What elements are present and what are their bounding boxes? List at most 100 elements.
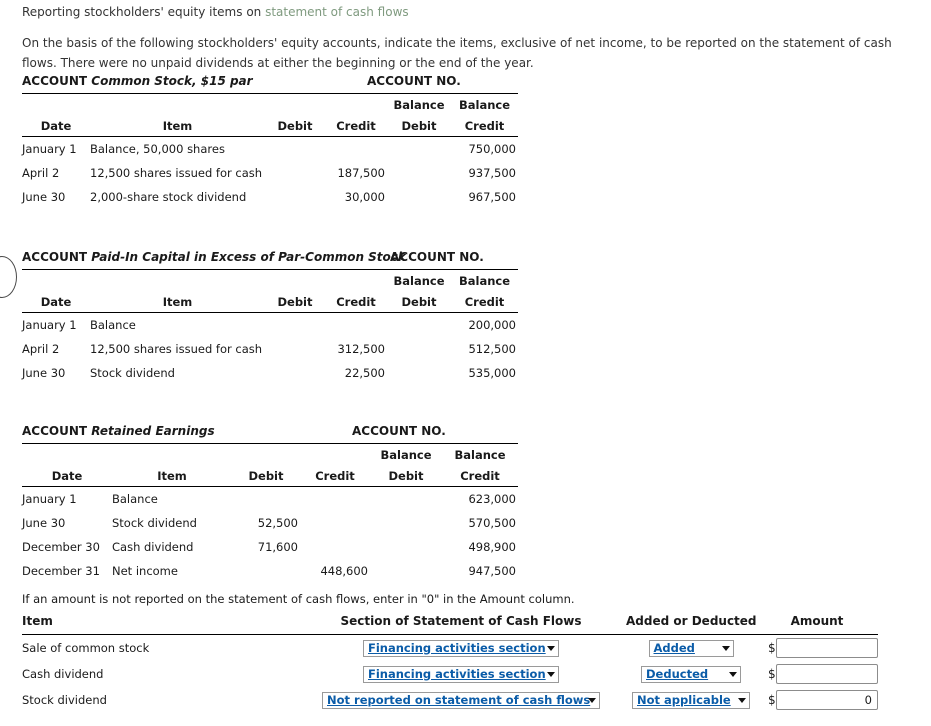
cell-date: January 1	[22, 492, 77, 506]
cell-item: Cash dividend	[22, 667, 104, 681]
added-or-deducted-select-value: Deducted	[646, 666, 709, 681]
col-debit: Debit	[265, 291, 325, 313]
cell-credit	[325, 313, 387, 338]
cell-added-or-deducted: Deducted	[626, 661, 756, 687]
cell-item: Balance	[90, 318, 136, 332]
cell-bal-credit: 512,500	[468, 342, 516, 356]
cell-item: 2,000-share stock dividend	[90, 190, 247, 204]
ledger-header: ACCOUNT Paid-In Capital in Excess of Par…	[22, 250, 518, 269]
cell-item: Net income	[112, 564, 178, 578]
cell-bal-credit: 498,900	[468, 540, 516, 554]
cell-debit: 52,500	[257, 516, 298, 530]
added-or-deducted-select[interactable]: Added	[648, 639, 734, 657]
form-header-row: Item Section of Statement of Cash Flows …	[22, 614, 878, 635]
table-row: December 31 Net income 448,600 947,500	[22, 559, 518, 583]
col-balance-1: Balance	[387, 269, 451, 291]
currency-symbol: $	[768, 667, 776, 681]
amount-input[interactable]	[776, 638, 878, 658]
section-select-value: Not reported on statement of cash flows	[327, 692, 591, 707]
cell-credit	[300, 487, 370, 512]
section-select[interactable]: Not reported on statement of cash flows	[322, 691, 600, 709]
cell-date: June 30	[22, 366, 66, 380]
cell-debit	[265, 161, 325, 185]
table-row: June 30 2,000-share stock dividend 30,000 9…	[22, 185, 518, 209]
col-item: Item	[90, 291, 265, 313]
account-label: ACCOUNT	[22, 250, 88, 264]
cell-date: December 30	[22, 540, 100, 554]
page-title-link[interactable]: statement of cash flows	[265, 5, 409, 19]
cell-bal-debit	[370, 559, 442, 583]
cell-bal-credit: 967,500	[468, 190, 516, 204]
amount-input[interactable]	[776, 664, 878, 684]
col-debit: Debit	[232, 465, 300, 487]
added-or-deducted-select-value: Not applicable	[637, 692, 731, 707]
cell-bal-debit	[387, 361, 451, 385]
col-balance-credit: Credit	[442, 465, 518, 487]
cell-bal-credit: 200,000	[468, 318, 516, 332]
form-col-item: Item	[22, 614, 296, 635]
cell-item: Stock dividend	[90, 366, 175, 380]
col-item: Item	[90, 115, 265, 137]
table-row: Stock dividend Not reported on statement …	[22, 687, 878, 713]
cell-item: Stock dividend	[22, 693, 107, 707]
cell-debit	[265, 337, 325, 361]
account-name: Retained Earnings	[91, 424, 215, 438]
section-select[interactable]: Financing activities section	[363, 639, 559, 657]
chevron-down-icon	[721, 646, 730, 651]
cell-bal-debit	[387, 313, 451, 338]
added-or-deducted-select[interactable]: Deducted	[641, 665, 741, 683]
col-balance-2: Balance	[442, 443, 518, 465]
amount-note: If an amount is not reported on the stat…	[22, 592, 575, 606]
cell-debit	[265, 361, 325, 385]
ledger-account-paid-in-capital: ACCOUNT Paid-In Capital in Excess of Par…	[22, 250, 518, 385]
col-item: Item	[112, 465, 232, 487]
ledger-table: Balance Balance Date Item Debit Credit D…	[22, 93, 518, 209]
cell-bal-debit	[387, 137, 451, 162]
account-label: ACCOUNT	[22, 424, 88, 438]
cell-amount: $	[756, 687, 878, 713]
added-or-deducted-select-value: Added	[653, 640, 695, 655]
col-debit: Debit	[265, 115, 325, 137]
cell-date: December 31	[22, 564, 100, 578]
cell-debit	[265, 137, 325, 162]
cell-amount: $	[756, 661, 878, 687]
cell-item: 12,500 shares issued for cash	[90, 166, 263, 180]
cell-added-or-deducted: Not applicable	[626, 687, 756, 713]
section-select-value: Financing activities section	[368, 666, 546, 681]
account-label: ACCOUNT	[22, 74, 88, 88]
col-balance-2: Balance	[451, 269, 518, 291]
section-select[interactable]: Financing activities section	[363, 665, 559, 683]
cell-bal-credit: 750,000	[468, 142, 516, 156]
cell-item: 12,500 shares issued for cash	[90, 342, 263, 356]
chevron-down-icon	[547, 672, 555, 677]
page-title-prefix: Reporting stockholders' equity items on	[22, 5, 266, 19]
cell-date: January 1	[22, 318, 77, 332]
cell-bal-credit: 570,500	[468, 516, 516, 530]
account-name: Paid-In Capital in Excess of Par-Common …	[91, 250, 406, 264]
cell-amount: $	[756, 635, 878, 662]
cell-date: April 2	[22, 166, 60, 180]
cell-item: Stock dividend	[112, 516, 197, 530]
cell-credit	[325, 137, 387, 162]
form-col-section: Section of Statement of Cash Flows	[296, 614, 626, 635]
cell-bal-debit	[387, 185, 451, 209]
account-no-label: ACCOUNT NO.	[352, 424, 446, 438]
cell-debit	[232, 559, 300, 583]
section-select-value: Financing activities section	[368, 640, 546, 655]
ledger-account-retained-earnings: ACCOUNT Retained Earnings ACCOUNT NO. Ba…	[22, 424, 518, 583]
cell-item: Balance, 50,000 shares	[90, 142, 225, 156]
table-row: Cash dividend Financing activities sectio…	[22, 661, 878, 687]
ledger-header: ACCOUNT Common Stock, $15 par ACCOUNT NO…	[22, 74, 518, 93]
ledger-account-common-stock: ACCOUNT Common Stock, $15 par ACCOUNT NO…	[22, 74, 518, 209]
table-row: January 1 Balance, 50,000 shares 750,000	[22, 137, 518, 162]
cell-bal-debit	[387, 337, 451, 361]
amount-input[interactable]	[776, 690, 878, 710]
col-balance-debit: Debit	[387, 291, 451, 313]
col-credit: Credit	[325, 115, 387, 137]
currency-symbol: $	[768, 693, 776, 707]
account-name: Common Stock, $15 par	[91, 74, 253, 88]
added-or-deducted-select[interactable]: Not applicable	[632, 691, 750, 709]
col-balance-credit: Credit	[451, 291, 518, 313]
cell-debit	[265, 313, 325, 338]
table-row: December 30 Cash dividend 71,600 498,900	[22, 535, 518, 559]
